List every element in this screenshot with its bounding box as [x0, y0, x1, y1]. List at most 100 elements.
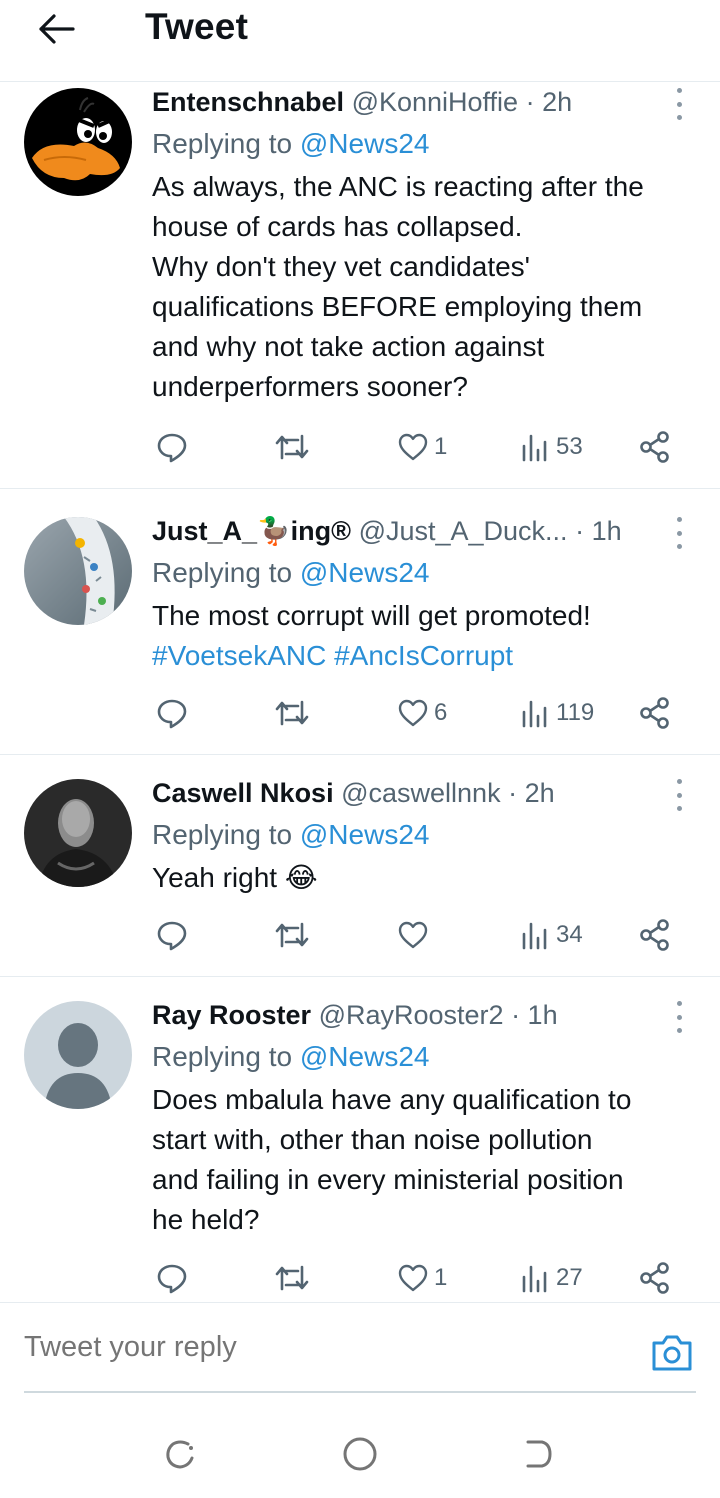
tweet-text: As always, the ANC is reacting after the…	[152, 167, 694, 407]
view-count: 34	[556, 921, 583, 948]
timestamp[interactable]: · 2h	[508, 778, 555, 808]
reply-tweet[interactable]: Entenschnabel @KonniHoffie · 2h Replying…	[0, 82, 720, 489]
replying-to: Replying to @News24	[152, 123, 694, 165]
mention-link[interactable]: @News24	[300, 1041, 430, 1072]
back-button[interactable]	[34, 10, 78, 48]
camera-button[interactable]	[650, 1333, 694, 1373]
replying-to: Replying to @News24	[152, 814, 694, 856]
arrow-left-icon	[39, 14, 75, 44]
back-nav-button[interactable]	[518, 1434, 558, 1474]
tweet-text-line: The most corrupt will get promoted!	[152, 600, 591, 631]
tweet-text-line: As always, the ANC is reacting after the	[152, 171, 644, 202]
mention-link[interactable]: @News24	[300, 819, 430, 850]
avatar[interactable]	[24, 779, 132, 887]
display-name[interactable]: Caswell Nkosi	[152, 778, 334, 808]
recents-button[interactable]	[160, 1434, 200, 1474]
tweet-text-line: house of cards has collapsed.	[152, 211, 523, 242]
camera-icon	[652, 1335, 692, 1371]
reply-button[interactable]	[156, 427, 188, 467]
reply-composer	[0, 1302, 720, 1412]
like-button[interactable]	[398, 915, 434, 955]
like-button[interactable]: 6	[398, 693, 447, 733]
view-count: 119	[556, 699, 595, 726]
reply-input[interactable]	[24, 1331, 584, 1364]
avatar[interactable]	[24, 1001, 132, 1109]
replying-to-label: Replying to	[152, 1041, 300, 1072]
heart-icon	[398, 1264, 428, 1292]
reply-tweet[interactable]: Just_A_🦆ing® @Just_A_Duck... · 1h Replyi…	[0, 489, 720, 755]
reply-button[interactable]	[156, 915, 188, 955]
avatar[interactable]	[24, 517, 132, 625]
views-button[interactable]: 53	[520, 427, 583, 467]
mention-link[interactable]: @News24	[300, 557, 430, 588]
retweet-button[interactable]	[274, 915, 310, 955]
view-count: 27	[556, 1264, 583, 1291]
reply-tweet[interactable]: Caswell Nkosi @caswellnnk · 2h Replying …	[0, 755, 720, 977]
reply-button[interactable]	[156, 693, 188, 733]
timestamp[interactable]: · 2h	[526, 87, 573, 117]
retweet-icon	[275, 700, 309, 726]
tweet-text-line: qualifications BEFORE employing them	[152, 291, 643, 322]
top-bar: Tweet	[0, 0, 720, 82]
tweet-meta: Caswell Nkosi @caswellnnk · 2h	[152, 773, 694, 813]
display-name[interactable]: Ray Rooster	[152, 1000, 311, 1030]
tweet-text-line: and why not take action against	[152, 331, 545, 362]
tweet-actions: 1 53	[152, 427, 682, 467]
tweet-meta: Entenschnabel @KonniHoffie · 2h	[152, 82, 694, 122]
avatar[interactable]	[24, 88, 132, 196]
daffy-duck-avatar-icon	[24, 88, 132, 196]
tweet-text-line: Why don't they vet candidates'	[152, 251, 531, 282]
display-name[interactable]: Just_A_🦆ing®	[152, 516, 351, 546]
like-button[interactable]: 1	[398, 1258, 447, 1298]
views-button[interactable]: 119	[520, 693, 594, 733]
share-button[interactable]	[640, 915, 670, 955]
retweet-button[interactable]	[274, 693, 310, 733]
mention-link[interactable]: @News24	[300, 128, 430, 159]
home-button[interactable]	[340, 1434, 380, 1474]
share-icon	[640, 697, 669, 729]
hashtag-link[interactable]: #AncIsCorrupt	[334, 640, 513, 671]
default-avatar-icon	[24, 1001, 132, 1109]
retweet-button[interactable]	[274, 1258, 310, 1298]
views-chart-icon	[522, 922, 547, 950]
reply-feed: Entenschnabel @KonniHoffie · 2h Replying…	[0, 82, 720, 1302]
home-circle-icon	[343, 1437, 377, 1471]
tweet-text-line: underperformers sooner?	[152, 371, 468, 402]
heart-icon	[398, 921, 428, 949]
tweet-text: Does mbalula have any qualification to s…	[152, 1080, 694, 1240]
retweet-icon	[275, 1265, 309, 1291]
user-handle[interactable]: @RayRooster2	[319, 1000, 504, 1030]
user-handle[interactable]: @Just_A_Duck...	[359, 516, 568, 546]
share-button[interactable]	[640, 1258, 670, 1298]
tweet-text: Yeah right 😂	[152, 858, 694, 898]
reply-tweet[interactable]: Ray Rooster @RayRooster2 · 1h Replying t…	[0, 977, 720, 1302]
page-title: Tweet	[145, 6, 249, 47]
reply-icon	[157, 433, 187, 463]
tweet-text-line: and failing in every ministerial positio…	[152, 1164, 624, 1195]
tweet-actions: 34	[152, 915, 682, 955]
timestamp[interactable]: · 1h	[511, 1000, 558, 1030]
retweet-icon	[275, 922, 309, 948]
like-count: 1	[434, 433, 448, 460]
reply-icon	[157, 921, 187, 951]
retweet-icon	[275, 434, 309, 460]
reply-button[interactable]	[156, 1258, 188, 1298]
tweet-text-line: he held?	[152, 1204, 260, 1235]
like-button[interactable]: 1	[398, 427, 447, 467]
retweet-button[interactable]	[274, 427, 310, 467]
share-button[interactable]	[640, 693, 670, 733]
user-handle[interactable]: @caswellnnk	[341, 778, 500, 808]
display-name[interactable]: Entenschnabel	[152, 87, 344, 117]
hashtag-link[interactable]: #VoetsekANC	[152, 640, 326, 671]
hashtag-line: #VoetsekANC #AncIsCorrupt	[152, 636, 694, 676]
tweet-actions: 1 27	[152, 1258, 682, 1298]
user-handle[interactable]: @KonniHoffie	[352, 87, 519, 117]
views-button[interactable]: 34	[520, 915, 583, 955]
timestamp[interactable]: · 1h	[575, 516, 622, 546]
share-button[interactable]	[640, 427, 670, 467]
heart-icon	[398, 433, 428, 461]
tweet-meta: Ray Rooster @RayRooster2 · 1h	[152, 995, 694, 1035]
views-chart-icon	[522, 1265, 547, 1293]
views-button[interactable]: 27	[520, 1258, 583, 1298]
share-icon	[640, 919, 669, 951]
